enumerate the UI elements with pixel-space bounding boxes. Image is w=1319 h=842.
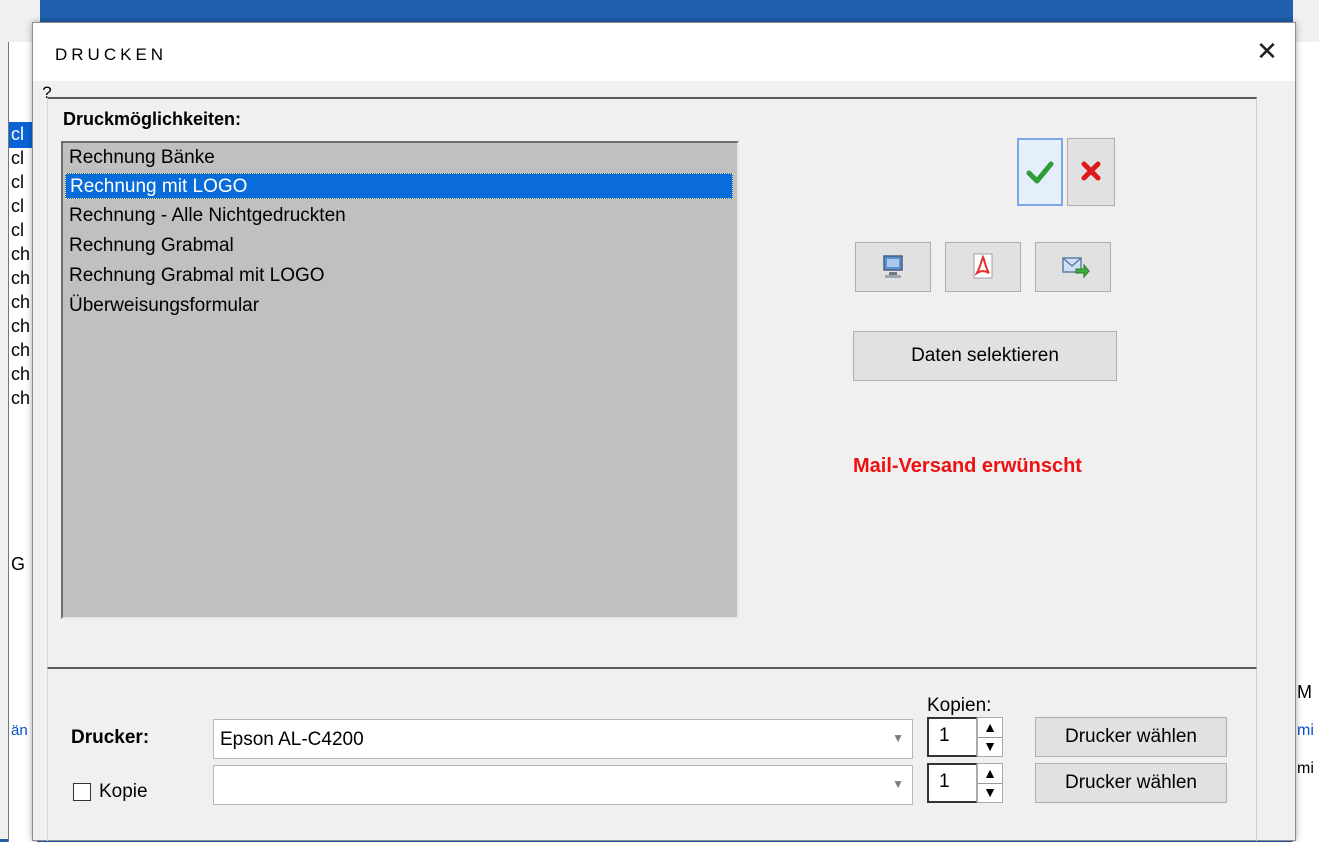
- choose-copy-printer-button[interactable]: Drucker wählen: [1035, 763, 1227, 803]
- print-dialog: DRUCKEN ✕ ? Druckmöglichkeiten: Rechnung…: [32, 22, 1296, 841]
- x-icon: [1081, 161, 1101, 181]
- printer-select-value: Epson AL-C4200: [220, 729, 364, 750]
- mail-send-button[interactable]: [1035, 242, 1111, 292]
- print-option-item[interactable]: Rechnung Bänke: [65, 145, 733, 171]
- copy-copies-input[interactable]: 1: [927, 763, 977, 803]
- printer-select[interactable]: Epson AL-C4200 ▼: [213, 719, 913, 759]
- monitor-icon: [883, 255, 903, 278]
- cancel-button[interactable]: [1067, 138, 1115, 206]
- background-right-cell: mi: [1297, 722, 1314, 739]
- dialog-title: DRUCKEN: [55, 45, 168, 64]
- background-list-row: cl: [11, 148, 24, 168]
- background-right-cell: mi: [1297, 760, 1314, 777]
- background-title-strip: [0, 0, 1319, 22]
- background-bottom-cell: än: [11, 722, 28, 739]
- stepper-up-icon[interactable]: ▲: [978, 764, 1002, 784]
- ok-button[interactable]: [1017, 138, 1063, 206]
- chevron-down-icon: ▼: [892, 777, 904, 791]
- stepper-down-icon[interactable]: ▼: [978, 737, 1002, 756]
- printer-label: Drucker:: [71, 727, 150, 748]
- chevron-down-icon: ▼: [892, 731, 904, 745]
- screen-preview-button[interactable]: [855, 242, 931, 292]
- background-list-row: ch: [11, 364, 31, 384]
- stepper-down-icon[interactable]: ▼: [978, 783, 1002, 802]
- stepper-buttons: ▲ ▼: [977, 763, 1003, 803]
- background-right-list: M mi mi: [1292, 42, 1319, 842]
- copy-label: Kopie: [99, 781, 148, 802]
- background-list-row: cl: [11, 220, 24, 240]
- background-list-row: ch: [11, 388, 31, 408]
- print-options-label: Druckmöglichkeiten:: [63, 109, 242, 129]
- print-option-item[interactable]: Rechnung - Alle Nichtgedruckten: [65, 203, 733, 229]
- printer-copies-input[interactable]: 1: [927, 717, 977, 757]
- printer-copies-stepper[interactable]: 1 ▲ ▼: [927, 717, 1005, 757]
- print-options-list[interactable]: Rechnung Bänke Rechnung mit LOGO Rechnun…: [61, 141, 739, 619]
- stepper-buttons: ▲ ▼: [977, 717, 1003, 757]
- select-data-button[interactable]: Daten selektieren: [853, 331, 1117, 381]
- background-list-row: cl: [11, 172, 24, 192]
- print-option-item-selected[interactable]: Rechnung mit LOGO: [65, 173, 733, 199]
- dialog-titlebar: DRUCKEN ✕: [33, 23, 1295, 81]
- mail-send-icon: [1062, 257, 1090, 279]
- background-list-row: G: [11, 554, 26, 574]
- background-list-row: ch: [11, 244, 31, 264]
- background-list-row: cl: [11, 196, 24, 216]
- choose-printer-button[interactable]: Drucker wählen: [1035, 717, 1227, 757]
- print-option-item[interactable]: Rechnung Grabmal: [65, 233, 733, 259]
- copies-label: Kopien:: [927, 695, 992, 716]
- print-option-item[interactable]: Rechnung Grabmal mit LOGO: [65, 263, 733, 289]
- background-list-row: ch: [11, 268, 31, 288]
- pdf-icon: [973, 253, 993, 279]
- background-right-cell: M: [1297, 682, 1312, 702]
- copy-checkbox[interactable]: [73, 783, 91, 801]
- close-icon[interactable]: ✕: [1253, 37, 1281, 65]
- background-list-row: ch: [11, 340, 31, 360]
- background-list-row: ch: [11, 292, 31, 312]
- print-option-item[interactable]: Überweisungsformular: [65, 293, 733, 319]
- copy-copies-stepper[interactable]: 1 ▲ ▼: [927, 763, 1005, 803]
- mail-notice: Mail-Versand erwünscht: [853, 455, 1082, 477]
- background-list-row: cl: [11, 124, 24, 144]
- pdf-export-button[interactable]: [945, 242, 1021, 292]
- checkmark-icon: [1026, 161, 1054, 184]
- stepper-up-icon[interactable]: ▲: [978, 718, 1002, 738]
- background-list-row: ch: [11, 316, 31, 336]
- copy-printer-select[interactable]: ▼: [213, 765, 913, 805]
